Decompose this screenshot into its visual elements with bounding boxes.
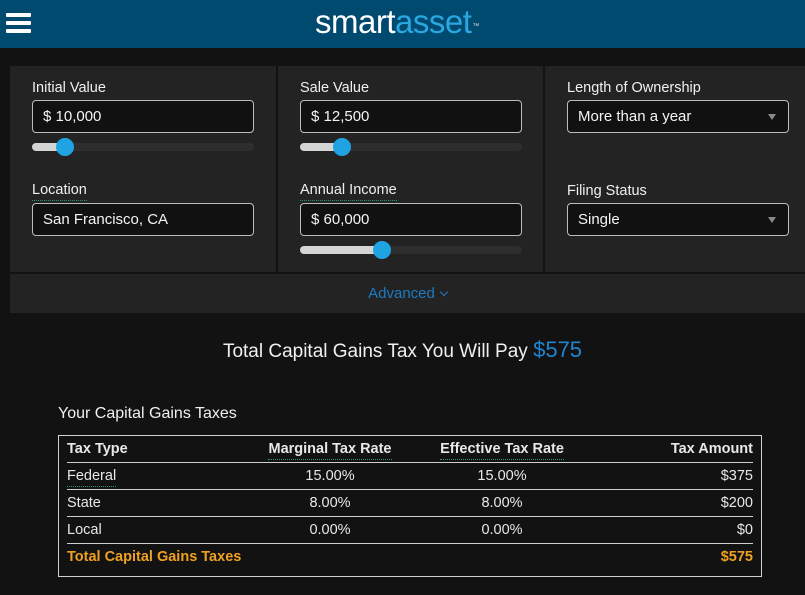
filing-status-label: Filing Status xyxy=(567,183,647,199)
total-label: Total Capital Gains Taxes xyxy=(67,549,242,565)
tax-amount: $200 xyxy=(720,495,753,511)
initial-value-input[interactable]: $ 10,000 xyxy=(32,100,254,133)
filing-status-value: Single xyxy=(578,211,620,228)
initial-value-field: Initial Value $ 10,000 xyxy=(32,78,254,156)
hamburger-menu-icon[interactable] xyxy=(6,12,31,34)
tax-type-federal-text: Federal xyxy=(67,466,117,487)
sale-value-input[interactable]: $ 12,500 xyxy=(300,100,522,133)
initial-value-label: Initial Value xyxy=(32,80,106,96)
dropdown-caret-icon xyxy=(768,114,776,120)
effective-rate: 8.00% xyxy=(481,495,523,511)
capital-gains-table: Tax Type Marginal Tax Rate Effective Tax… xyxy=(58,435,762,577)
slider-fill xyxy=(300,246,383,254)
total-amount: $575 xyxy=(720,549,753,565)
tax-type-state: State xyxy=(67,495,101,511)
menu-bar xyxy=(6,13,31,17)
table-header-row: Tax Type Marginal Tax Rate Effective Tax… xyxy=(67,436,753,463)
annual-income-field: Annual Income $ 60,000 xyxy=(300,181,522,259)
length-of-ownership-field: Length of Ownership More than a year xyxy=(567,78,789,133)
table-total-row: Total Capital Gains Taxes $575 xyxy=(67,544,753,571)
inputs-column-2: Sale Value $ 12,500 Annual Income $ 60,0… xyxy=(278,66,543,272)
inputs-column-3: Length of Ownership More than a year Fil… xyxy=(545,66,805,272)
tax-amount: $375 xyxy=(720,468,753,484)
tax-type-local: Local xyxy=(67,522,102,538)
filing-status-select[interactable]: Single xyxy=(567,203,789,236)
header-effective-tax-rate-text: Effective Tax Rate xyxy=(440,439,564,460)
inputs-column-1: Initial Value $ 10,000 Location San Fran… xyxy=(10,66,276,272)
logo-trademark: ™ xyxy=(472,23,479,30)
filing-status-field: Filing Status Single xyxy=(567,181,789,236)
total-tax-amount: $575 xyxy=(533,337,583,362)
initial-value-slider[interactable] xyxy=(32,138,254,156)
effective-rate: 15.00% xyxy=(477,468,527,484)
total-tax-summary-text: Total Capital Gains Tax You Will Pay xyxy=(222,341,528,362)
logo-smart: smart xyxy=(315,3,396,40)
length-of-ownership-select[interactable]: More than a year xyxy=(567,100,789,133)
slider-thumb[interactable] xyxy=(373,241,392,259)
chevron-down-icon xyxy=(439,287,449,297)
menu-bar xyxy=(6,29,31,33)
annual-income-label[interactable]: Annual Income xyxy=(300,181,397,201)
calculator-inputs-panel: Initial Value $ 10,000 Location San Fran… xyxy=(10,66,805,313)
logo-asset: asset xyxy=(395,3,472,40)
marginal-rate: 15.00% xyxy=(305,468,355,484)
total-tax-summary: Total Capital Gains Tax You Will Pay $57… xyxy=(0,337,805,363)
table-row: State 8.00% 8.00% $200 xyxy=(67,490,753,517)
annual-income-input[interactable]: $ 60,000 xyxy=(300,203,522,236)
capital-gains-section-title: Your Capital Gains Taxes xyxy=(58,405,237,422)
tax-type-federal[interactable]: Federal xyxy=(67,463,117,490)
tax-amount: $0 xyxy=(736,522,753,538)
annual-income-slider[interactable] xyxy=(300,241,522,259)
header-tax-amount: Tax Amount xyxy=(670,441,753,457)
header-marginal-tax-rate-text: Marginal Tax Rate xyxy=(268,439,392,460)
header-marginal-tax-rate[interactable]: Marginal Tax Rate xyxy=(255,436,405,463)
sale-value-slider[interactable] xyxy=(300,138,522,156)
marginal-rate: 0.00% xyxy=(309,522,351,538)
effective-rate: 0.00% xyxy=(481,522,523,538)
dropdown-caret-icon xyxy=(768,217,776,223)
location-input[interactable]: San Francisco, CA xyxy=(32,203,254,236)
advanced-toggle[interactable]: Advanced xyxy=(10,274,805,313)
header-tax-type: Tax Type xyxy=(67,441,128,457)
top-header: smartasset™ xyxy=(0,0,805,48)
sale-value-field: Sale Value $ 12,500 xyxy=(300,78,522,156)
location-field: Location San Francisco, CA xyxy=(32,181,254,236)
sale-value-label: Sale Value xyxy=(300,80,370,96)
smartasset-logo[interactable]: smartasset™ xyxy=(315,2,479,42)
table-row: Federal 15.00% 15.00% $375 xyxy=(67,463,753,490)
marginal-rate: 8.00% xyxy=(309,495,351,511)
location-label[interactable]: Location xyxy=(32,181,87,201)
header-effective-tax-rate[interactable]: Effective Tax Rate xyxy=(427,436,577,463)
menu-bar xyxy=(6,21,31,25)
slider-thumb[interactable] xyxy=(56,138,75,156)
length-of-ownership-value: More than a year xyxy=(578,108,692,125)
advanced-label: Advanced xyxy=(368,285,435,302)
length-of-ownership-label: Length of Ownership xyxy=(567,80,701,96)
table-row: Local 0.00% 0.00% $0 xyxy=(67,517,753,544)
slider-thumb[interactable] xyxy=(333,138,352,156)
